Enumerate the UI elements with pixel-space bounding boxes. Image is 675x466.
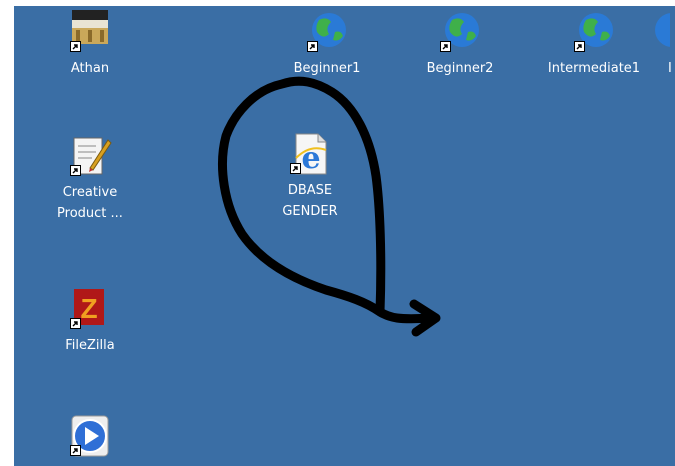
svg-text:e: e bbox=[301, 141, 320, 176]
desktop-icon-label: Beginner2 bbox=[426, 61, 494, 76]
desktop-icon-label: Athan bbox=[70, 61, 110, 76]
desktop-icon-creative-product[interactable]: Creative Product ... bbox=[40, 134, 140, 224]
desktop-icon-media-player[interactable] bbox=[40, 414, 140, 462]
creative-product-icon bbox=[68, 134, 112, 178]
desktop-icon-dbase-gender[interactable]: e DBASE GENDER bbox=[260, 132, 360, 222]
desktop-icon-label: DBASE GENDER bbox=[282, 183, 338, 219]
shortcut-arrow-icon bbox=[70, 165, 81, 176]
shortcut-arrow-icon bbox=[307, 41, 318, 52]
desktop-icon-label: Beginner1 bbox=[293, 61, 361, 76]
shortcut-arrow-icon bbox=[290, 163, 301, 174]
shortcut-arrow-icon bbox=[70, 445, 81, 456]
svg-text:Z: Z bbox=[80, 293, 97, 324]
desktop-icon-beginner1[interactable]: Beginner1 bbox=[277, 10, 377, 79]
globe-icon bbox=[626, 10, 670, 54]
shortcut-arrow-icon bbox=[70, 41, 81, 52]
media-player-icon bbox=[68, 414, 112, 458]
desktop-icon-label: Creative Product ... bbox=[57, 185, 123, 221]
desktop-icon-athan[interactable]: Athan bbox=[40, 10, 140, 79]
globe-icon bbox=[572, 10, 616, 54]
desktop[interactable]: Athan Creative Product ... Z FileZilla B… bbox=[14, 6, 675, 466]
globe-icon bbox=[438, 10, 482, 54]
shortcut-arrow-icon bbox=[574, 41, 585, 52]
desktop-icon-label: I bbox=[668, 61, 672, 76]
shortcut-arrow-icon bbox=[440, 41, 451, 52]
desktop-icon-beginner2[interactable]: Beginner2 bbox=[410, 10, 510, 79]
desktop-icon-filezilla[interactable]: Z FileZilla bbox=[40, 287, 140, 356]
desktop-icon-partial[interactable]: I bbox=[626, 10, 675, 79]
athan-app-icon bbox=[68, 10, 112, 54]
globe-icon bbox=[305, 10, 349, 54]
desktop-icon-label: FileZilla bbox=[65, 338, 115, 353]
shortcut-arrow-icon bbox=[70, 318, 81, 329]
internet-explorer-icon: e bbox=[288, 132, 332, 176]
filezilla-icon: Z bbox=[68, 287, 112, 331]
